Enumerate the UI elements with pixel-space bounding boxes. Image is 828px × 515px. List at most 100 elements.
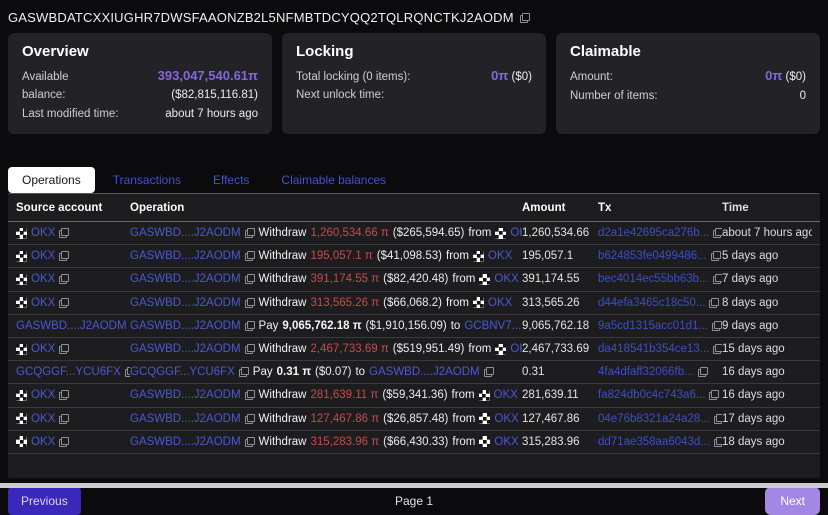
copy-icon[interactable] [713, 274, 722, 284]
copy-icon[interactable] [239, 367, 249, 377]
copy-icon[interactable] [520, 13, 530, 23]
source-account-link[interactable]: OKX [31, 227, 55, 239]
plain-value: 0 [800, 90, 806, 102]
copy-icon[interactable] [125, 367, 130, 377]
operation-target-link[interactable]: OKX [510, 343, 522, 355]
operation-target-link[interactable]: GASWBD....J2AODM [369, 366, 480, 378]
operation-account-link[interactable]: GASWBD....J2AODM [130, 436, 241, 448]
copy-icon[interactable] [714, 414, 722, 424]
copy-icon[interactable] [59, 344, 69, 354]
operation-account-link[interactable]: GASWBD....J2AODM [130, 343, 241, 355]
operation-target-link[interactable]: OKX [494, 436, 518, 448]
operation-account-link[interactable]: GASWBD....J2AODM [130, 273, 241, 285]
copy-icon[interactable] [59, 274, 69, 284]
copy-icon[interactable] [711, 251, 721, 261]
copy-icon[interactable] [698, 367, 708, 377]
previous-button[interactable]: Previous [8, 487, 81, 515]
copy-icon[interactable] [59, 390, 69, 400]
source-account-link[interactable]: GASWBD....J2AODM [16, 320, 127, 332]
operation-target-link[interactable]: OKX [510, 227, 522, 239]
table-header: Source account Operation Amount Tx Time [8, 194, 820, 222]
copy-icon[interactable] [245, 321, 255, 331]
card-row-label: Available balance: [22, 68, 100, 104]
tx-link[interactable]: d2a1e42695ca276b... [598, 227, 709, 239]
operation-target-link[interactable]: OKX [494, 273, 518, 285]
tab-transactions[interactable]: Transactions [99, 167, 195, 193]
copy-icon[interactable] [713, 228, 722, 238]
operation-target-link[interactable]: OKX [494, 413, 518, 425]
copy-icon[interactable] [714, 437, 722, 447]
amount-cell: 195,057.1 [522, 250, 598, 262]
card-row: Last modified time: about 7 hours ago [22, 104, 258, 123]
source-account-link[interactable]: OKX [31, 413, 55, 425]
source-account-cell: GASWBD....J2AODM [16, 320, 130, 332]
operation-account-link[interactable]: GASWBD....J2AODM [130, 320, 241, 332]
tx-link[interactable]: d44efa3465c18c50... [598, 297, 705, 309]
okx-icon [479, 413, 490, 424]
copy-icon[interactable] [245, 298, 255, 308]
tab-claimable-balances[interactable]: Claimable balances [267, 167, 400, 193]
tx-link[interactable]: fa824db0c4c743a6... [598, 389, 705, 401]
copy-icon[interactable] [59, 437, 69, 447]
copy-icon[interactable] [59, 414, 69, 424]
copy-icon[interactable] [245, 274, 255, 284]
operation-account-link[interactable]: GASWBD....J2AODM [130, 250, 241, 262]
copy-icon[interactable] [245, 437, 255, 447]
okx-icon [16, 251, 27, 262]
card-row-label: Total locking (0 items): [296, 68, 410, 86]
operation-account-link[interactable]: GASWBD....J2AODM [130, 227, 241, 239]
source-account-link[interactable]: OKX [31, 250, 55, 262]
operation-amount: 127,467.86 π [310, 413, 379, 425]
tx-link[interactable]: 04e76b8321a24a28... [598, 413, 710, 425]
copy-icon[interactable] [712, 321, 722, 331]
operation-account-link[interactable]: GCQGGF...YCU6FX [130, 366, 235, 378]
time-cell: 18 days ago [722, 436, 812, 448]
next-button[interactable]: Next [765, 487, 820, 515]
operation-cell: GASWBD....J2AODM Withdraw 127,467.86 π (… [130, 413, 522, 425]
tx-link[interactable]: da418541b354ce13... [598, 343, 709, 355]
amount-cell: 0.31 [522, 366, 598, 378]
time-cell: 16 days ago [722, 366, 812, 378]
source-account-link[interactable]: GCQGGF...YCU6FX [16, 366, 121, 378]
operation-target-link[interactable]: GCBNV7...5BC4SS [464, 320, 522, 332]
copy-icon[interactable] [709, 298, 719, 308]
operation-amount: 2,467,733.69 π [310, 343, 388, 355]
operation-amount: 9,065,762.18 π [282, 320, 361, 332]
copy-icon[interactable] [59, 228, 69, 238]
copy-icon[interactable] [709, 390, 719, 400]
operations-panel: Source account Operation Amount Tx Time … [8, 193, 820, 478]
card-row: Amount: 0π ($0) [570, 67, 806, 86]
tx-link[interactable]: dd71ae358aa6043d... [598, 436, 710, 448]
copy-icon[interactable] [245, 344, 255, 354]
copy-icon[interactable] [245, 414, 255, 424]
copy-icon[interactable] [245, 390, 255, 400]
operation-account-link[interactable]: GASWBD....J2AODM [130, 297, 241, 309]
operation-target-link[interactable]: OKX [488, 297, 512, 309]
tab-effects[interactable]: Effects [199, 167, 263, 193]
source-account-link[interactable]: OKX [31, 273, 55, 285]
source-account-link[interactable]: OKX [31, 343, 55, 355]
copy-icon[interactable] [484, 367, 494, 377]
operation-cell: GASWBD....J2AODM Withdraw 315,283.96 π (… [130, 436, 522, 448]
tx-link[interactable]: b624853fe0499486... [598, 250, 707, 262]
copy-icon[interactable] [713, 344, 722, 354]
operation-target-link[interactable]: OKX [488, 250, 512, 262]
tx-link[interactable]: 9a5cd1315acc01d1... [598, 320, 708, 332]
copy-icon[interactable] [245, 228, 255, 238]
okx-icon [16, 436, 27, 447]
copy-icon[interactable] [245, 251, 255, 261]
operation-account-link[interactable]: GASWBD....J2AODM [130, 389, 241, 401]
table-row: OKX GASWBD....J2AODM Withdraw 127,467.86… [8, 408, 820, 431]
operation-account-link[interactable]: GASWBD....J2AODM [130, 413, 241, 425]
operation-target-link[interactable]: OKX [494, 389, 518, 401]
copy-icon[interactable] [59, 251, 69, 261]
source-account-link[interactable]: OKX [31, 297, 55, 309]
tx-link[interactable]: 4fa4dfaff32066fb... [598, 366, 694, 378]
usd-amount: ($82,815,116.81) [171, 89, 258, 101]
copy-icon[interactable] [59, 298, 69, 308]
source-account-link[interactable]: OKX [31, 436, 55, 448]
tx-link[interactable]: bec4014ec55bb63b... [598, 273, 709, 285]
source-account-link[interactable]: OKX [31, 389, 55, 401]
tab-operations[interactable]: Operations [8, 167, 95, 193]
page-indicator: Page 1 [395, 494, 433, 508]
